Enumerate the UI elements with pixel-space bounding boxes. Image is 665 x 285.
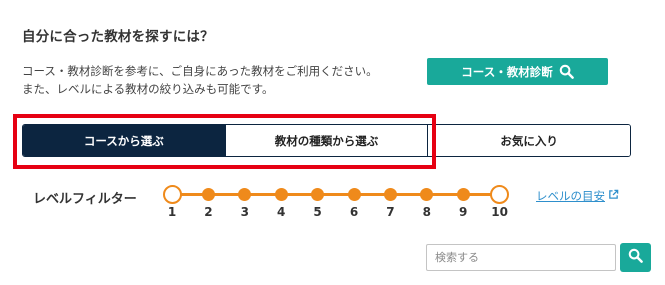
description: コース・教材診断を参考に、ご自身にあった教材をご利用ください。 また、レベルによ… xyxy=(22,62,378,98)
description-line-2: また、レベルによる教材の絞り込みも可能です。 xyxy=(22,82,274,96)
level-min-handle[interactable] xyxy=(162,185,182,204)
tab-by-course[interactable]: コースから選ぶ xyxy=(23,125,226,156)
level-node[interactable] xyxy=(311,188,325,201)
level-slider[interactable]: 1 2 3 4 5 6 7 8 9 10 xyxy=(162,182,512,222)
level-node[interactable] xyxy=(420,188,434,201)
level-node[interactable] xyxy=(383,188,397,201)
description-line-1: コース・教材診断を参考に、ご自身にあった教材をご利用ください。 xyxy=(22,64,378,78)
level-node[interactable] xyxy=(238,188,252,201)
level-tick-label: 1 xyxy=(167,205,177,219)
search-input[interactable] xyxy=(426,244,616,271)
level-tick-label: 10 xyxy=(491,205,508,219)
course-diagnosis-button[interactable]: コース・教材診断 xyxy=(427,58,608,85)
selection-tabs: コースから選ぶ 教材の種類から選ぶ お気に入り xyxy=(22,124,631,157)
level-tick-label: 5 xyxy=(313,205,322,219)
level-tick-label: 4 xyxy=(277,205,286,219)
level-tick-label: 9 xyxy=(459,205,468,219)
level-tick-label: 6 xyxy=(349,205,359,219)
tab-by-material-type[interactable]: 教材の種類から選ぶ xyxy=(225,125,429,156)
level-tick-label: 8 xyxy=(422,205,431,219)
course-diagnosis-label: コース・教材診断 xyxy=(461,64,553,79)
level-guide-label: レベルの目安 xyxy=(536,189,605,203)
level-node[interactable] xyxy=(347,188,361,201)
level-tick-label: 3 xyxy=(240,205,249,219)
tab-favorites[interactable]: お気に入り xyxy=(428,125,630,156)
level-max-handle[interactable] xyxy=(490,185,510,204)
search-icon xyxy=(559,64,574,79)
search-button[interactable] xyxy=(620,243,651,272)
level-filter-label: レベルフィルター xyxy=(33,192,137,207)
external-link-icon xyxy=(608,189,619,203)
level-tick-label: 2 xyxy=(204,205,213,219)
level-slider-track[interactable] xyxy=(172,193,500,196)
level-node[interactable] xyxy=(201,188,215,201)
page-heading: 自分に合った教材を探すには？ xyxy=(22,29,214,45)
search-icon xyxy=(628,248,643,267)
level-node[interactable] xyxy=(274,188,288,201)
level-node[interactable] xyxy=(456,188,470,201)
level-guide-link[interactable]: レベルの目安 xyxy=(536,188,619,204)
level-tick-label: 7 xyxy=(386,205,395,219)
